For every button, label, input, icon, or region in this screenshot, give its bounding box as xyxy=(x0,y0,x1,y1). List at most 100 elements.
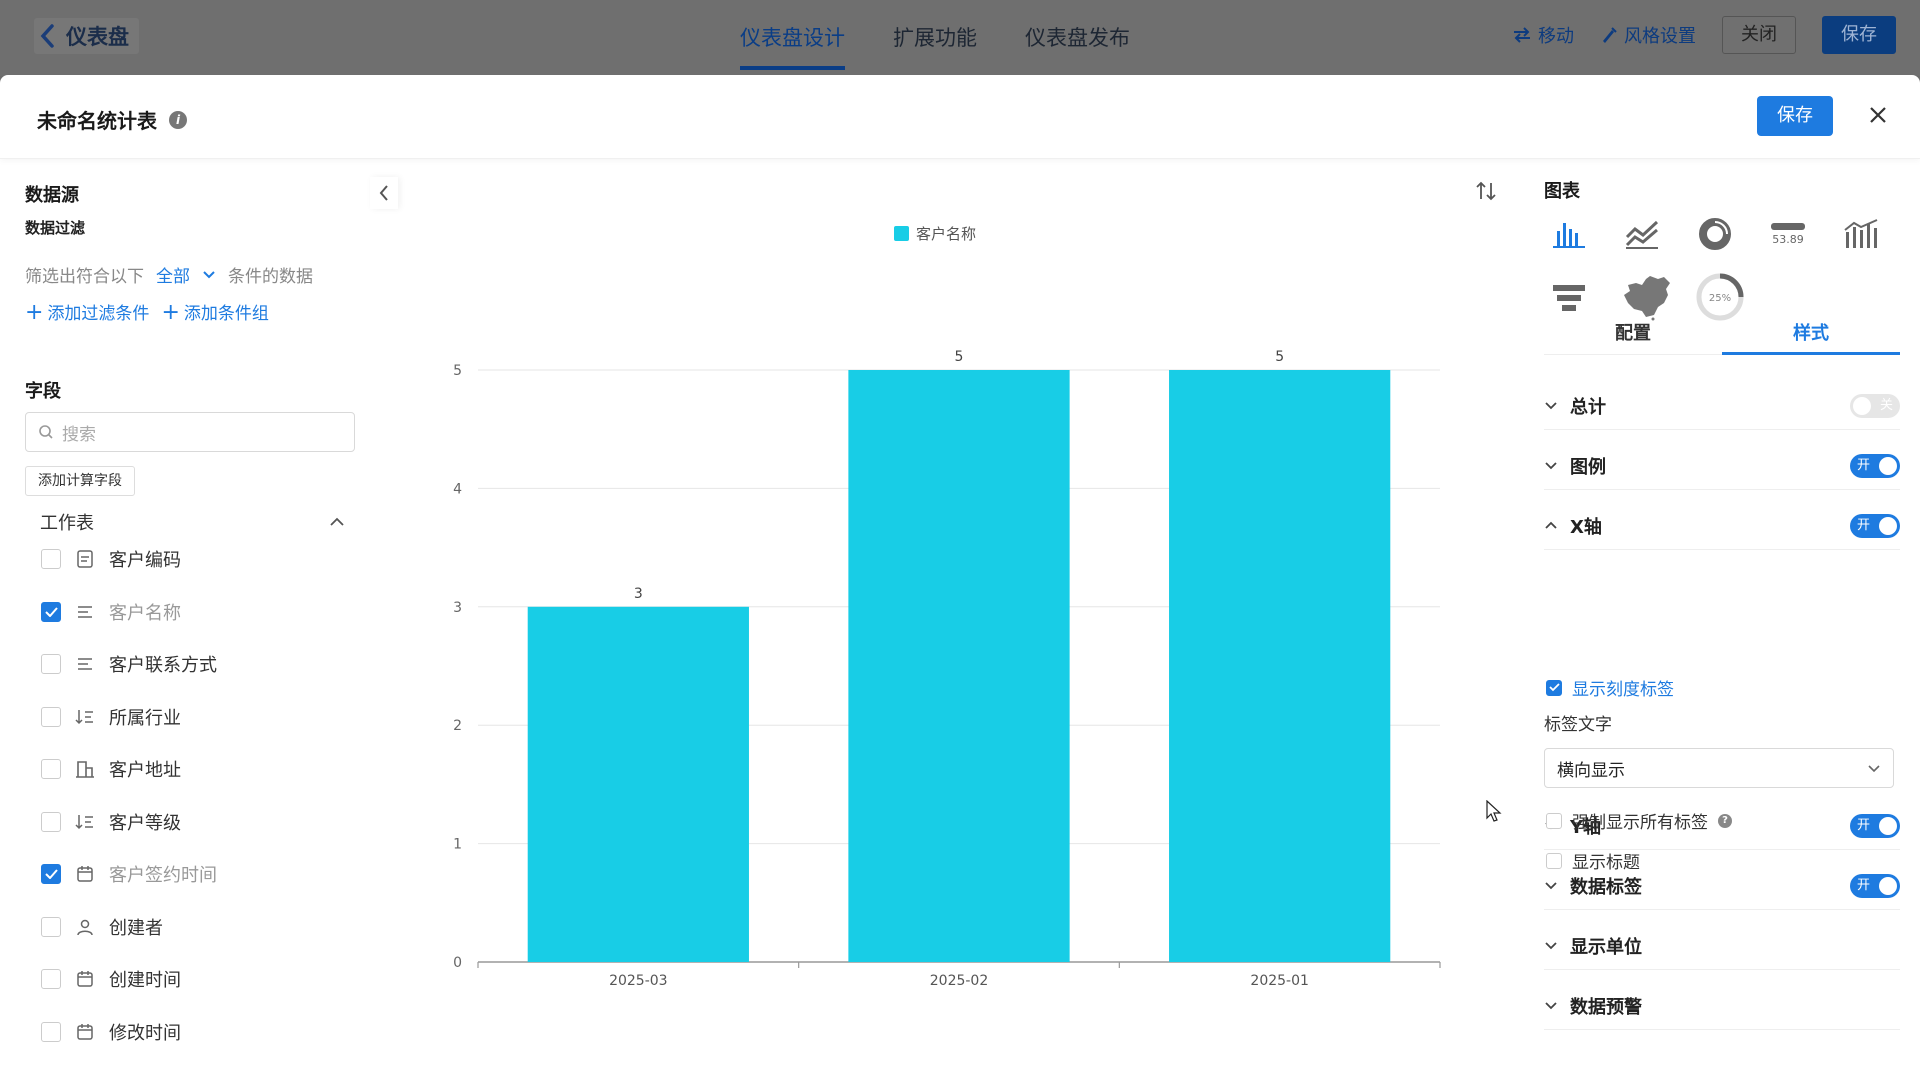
field-checkbox[interactable] xyxy=(41,969,61,989)
option-row[interactable]: 总计 关 xyxy=(1544,382,1900,430)
add-filter-label: 添加过滤条件 xyxy=(47,304,150,324)
show-axis-title-option[interactable]: 显示标题 xyxy=(1546,848,1640,873)
filter-scope-select[interactable]: 全部 xyxy=(156,262,190,287)
help-icon[interactable]: ? xyxy=(1718,813,1732,828)
show-tick-labels-option[interactable]: 显示刻度标签 xyxy=(1546,675,1674,700)
y-tick-label: 1 xyxy=(453,837,462,853)
bar xyxy=(1169,370,1391,962)
field-item[interactable]: 客户等级 xyxy=(41,807,181,837)
field-checkbox[interactable] xyxy=(41,1021,61,1042)
option-header[interactable]: 数据预警 xyxy=(1544,993,1642,1019)
tab-dashboard-design[interactable]: 仪表盘设计 xyxy=(740,0,845,76)
field-item[interactable]: 客户签约时间 xyxy=(41,859,217,889)
add-calculated-field-button[interactable]: 添加计算字段 xyxy=(25,466,135,496)
field-checkbox[interactable] xyxy=(41,916,61,937)
field-checkbox[interactable] xyxy=(41,706,61,727)
field-checkbox[interactable] xyxy=(41,654,61,674)
tab-publish[interactable]: 仪表盘发布 xyxy=(1025,0,1130,76)
toggle-switch[interactable]: 开 xyxy=(1850,813,1900,838)
field-checkbox[interactable] xyxy=(41,759,61,779)
chart-preview: 客户名称 0 1 2 3 4 5 3 2025-03 5 2025-02 5 2025-01 xyxy=(420,159,1520,1079)
bar-chart-icon[interactable] xyxy=(1546,211,1592,257)
option-row[interactable]: 图例 开 xyxy=(1544,442,1900,490)
move-button[interactable]: 移动 xyxy=(1512,22,1574,48)
filter-prefix: 筛选出符合以下 xyxy=(25,267,144,287)
field-item[interactable]: 客户联系方式 xyxy=(41,649,217,679)
legend-swatch xyxy=(894,226,909,241)
close-button[interactable]: 关闭 xyxy=(1722,16,1796,54)
toggle-switch[interactable]: 关 xyxy=(1850,393,1900,418)
chart-editor-modal: 未命名统计表 i 保存 数据源 数据过滤 筛选出符合以下 全部 条件的数据 + 添… xyxy=(0,75,1920,1079)
checkbox[interactable] xyxy=(1546,679,1562,696)
option-header[interactable]: X轴 xyxy=(1544,513,1602,539)
donut-chart-icon[interactable] xyxy=(1692,211,1738,257)
datasource-title: 数据源 xyxy=(25,185,79,206)
calendar-icon xyxy=(75,969,95,989)
field-label: 客户等级 xyxy=(109,812,181,834)
search-input[interactable]: 搜索 xyxy=(25,412,355,452)
search-icon xyxy=(39,425,53,439)
option-header[interactable]: 数据标签 xyxy=(1544,873,1642,899)
field-item[interactable]: 客户编码 xyxy=(41,544,181,574)
field-item[interactable]: 创建时间 xyxy=(41,964,181,994)
label-direction-select[interactable]: 横向显示 xyxy=(1544,748,1894,788)
filter-title: 数据过滤 xyxy=(25,219,86,237)
combo-chart-icon[interactable] xyxy=(1838,211,1884,257)
option-label: 总计 xyxy=(1570,396,1606,418)
check-icon xyxy=(44,869,58,879)
plus-icon: + xyxy=(25,300,44,325)
option-label: 数据预警 xyxy=(1570,996,1642,1018)
option-header[interactable]: 图例 xyxy=(1544,453,1606,479)
line-chart-icon[interactable] xyxy=(1619,211,1665,257)
back-label: 仪表盘 xyxy=(66,25,129,49)
toggle-switch[interactable]: 开 xyxy=(1850,513,1900,538)
add-group-button[interactable]: + 添加条件组 xyxy=(161,299,268,325)
force-all-labels-option[interactable]: 强制显示所有标签 ? xyxy=(1546,808,1732,833)
chevron-down-icon[interactable] xyxy=(202,270,216,280)
move-icon xyxy=(1514,27,1530,43)
toggle-switch[interactable]: 开 xyxy=(1850,873,1900,898)
gauge-chart-icon[interactable]: 25% xyxy=(1694,271,1746,323)
indicator-icon[interactable]: 53.89 xyxy=(1765,211,1811,257)
chart-panel-title: 图表 xyxy=(1544,181,1580,202)
option-header[interactable]: 总计 xyxy=(1544,393,1606,419)
building-icon xyxy=(75,759,95,779)
field-checkbox[interactable] xyxy=(41,549,61,569)
close-icon[interactable] xyxy=(1866,103,1890,127)
field-label: 所属行业 xyxy=(109,707,181,729)
option-header[interactable]: 显示单位 xyxy=(1544,933,1642,959)
option-label: 显示单位 xyxy=(1570,936,1642,958)
top-tabs: 仪表盘设计 扩展功能 仪表盘发布 xyxy=(740,0,1130,76)
checkbox[interactable] xyxy=(1546,852,1562,869)
field-item[interactable]: 所属行业 xyxy=(41,702,181,732)
sort-icon[interactable] xyxy=(1474,179,1498,203)
chevron-down-icon xyxy=(1545,882,1557,890)
field-checkbox[interactable] xyxy=(41,864,61,884)
add-filter-button[interactable]: + 添加过滤条件 xyxy=(25,299,150,325)
map-chart-icon[interactable] xyxy=(1619,271,1675,323)
field-item[interactable]: 修改时间 xyxy=(41,1017,181,1047)
option-row[interactable]: 显示单位 xyxy=(1544,922,1900,970)
funnel-chart-icon[interactable] xyxy=(1546,275,1592,321)
option-row[interactable]: X轴 开 xyxy=(1544,502,1900,550)
field-item[interactable]: 客户地址 xyxy=(41,754,181,784)
tab-extensions[interactable]: 扩展功能 xyxy=(893,0,977,76)
collapse-panel-button[interactable] xyxy=(370,177,398,209)
field-item[interactable]: 创建者 xyxy=(41,912,163,942)
tab-config[interactable]: 配置 xyxy=(1544,317,1722,354)
back-button[interactable]: 仪表盘 xyxy=(34,18,139,54)
sheet-group-header[interactable]: 工作表 xyxy=(40,506,345,538)
field-checkbox[interactable] xyxy=(41,601,61,622)
toggle-switch[interactable]: 开 xyxy=(1850,453,1900,478)
tab-style[interactable]: 样式 xyxy=(1722,317,1900,355)
mouse-cursor-icon xyxy=(1486,800,1502,822)
checkbox[interactable] xyxy=(1546,812,1562,829)
chart-title[interactable]: 未命名统计表 xyxy=(37,105,157,134)
save-button[interactable]: 保存 xyxy=(1757,96,1833,136)
field-item[interactable]: 客户名称 xyxy=(41,597,181,627)
info-icon[interactable]: i xyxy=(169,110,187,129)
style-settings-button[interactable]: 风格设置 xyxy=(1600,22,1696,48)
option-row[interactable]: 数据预警 xyxy=(1544,982,1900,1030)
field-checkbox[interactable] xyxy=(41,811,61,832)
top-save-button[interactable]: 保存 xyxy=(1822,16,1896,54)
